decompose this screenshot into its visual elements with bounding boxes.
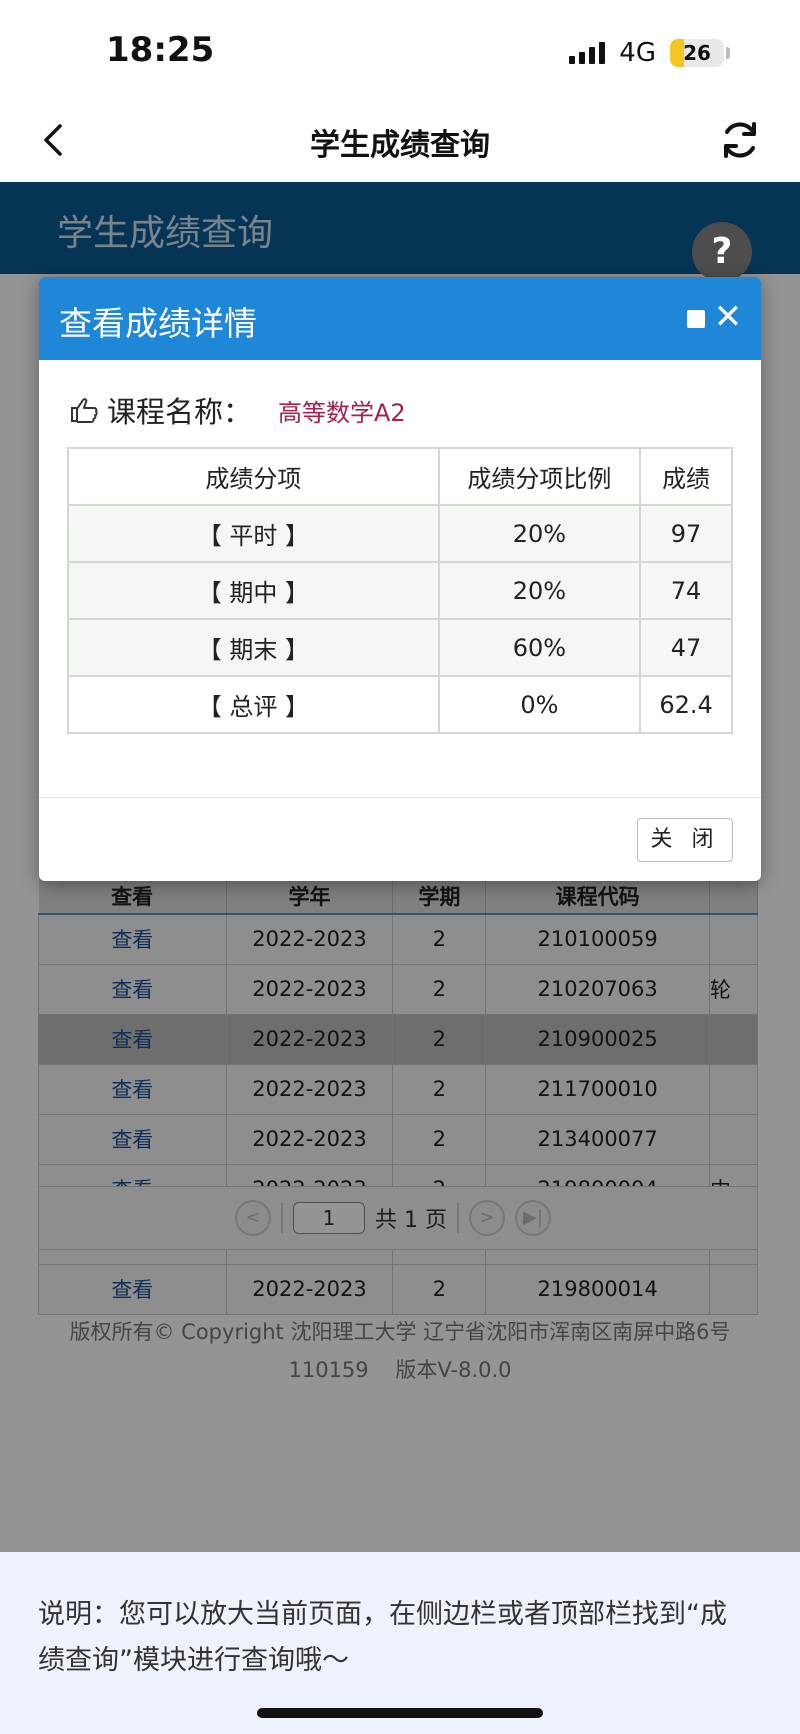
refresh-icon[interactable] xyxy=(718,118,762,162)
status-bar: 18:25 4G 26 xyxy=(0,0,800,100)
score-ratio-cell: 20% xyxy=(437,504,642,563)
column-header: 成绩分项 xyxy=(67,447,440,506)
battery-icon: 26 xyxy=(670,39,724,67)
score-value-cell: 62.4 xyxy=(639,675,733,734)
column-header: 成绩分项比例 xyxy=(437,447,642,506)
table-row: 【 总评 】 0% 62.4 xyxy=(67,675,733,734)
score-ratio-cell: 60% xyxy=(437,618,642,677)
hand-point-icon xyxy=(71,398,98,423)
table-row: 【 期末 】 60% 47 xyxy=(67,618,733,677)
score-value-cell: 47 xyxy=(639,618,733,677)
status-time: 18:25 xyxy=(106,30,215,70)
grade-detail-dialog: 查看成绩详情 ✕ 课程名称： 高等数学A2 成绩分项 成绩分项比例 成绩 【 平… xyxy=(39,277,761,881)
dialog-divider xyxy=(39,797,761,798)
score-item-cell: 【 期中 】 xyxy=(67,561,440,620)
battery-cap xyxy=(726,47,730,59)
signal-icon xyxy=(569,42,606,64)
course-name-row: 课程名称： 高等数学A2 xyxy=(69,389,406,431)
close-button[interactable]: 关 闭 xyxy=(637,818,733,862)
close-icon[interactable]: ✕ xyxy=(713,299,743,335)
score-item-cell: 【 平时 】 xyxy=(67,504,440,563)
dialog-header: 查看成绩详情 ✕ xyxy=(39,277,761,360)
home-indicator[interactable] xyxy=(257,1708,543,1718)
score-item-cell: 【 总评 】 xyxy=(67,675,440,734)
course-name-value: 高等数学A2 xyxy=(278,398,406,427)
notice-panel: 说明：您可以放大当前页面，在侧边栏或者顶部栏找到“成绩查询”模块进行查询哦～ xyxy=(0,1552,800,1734)
score-value-cell: 74 xyxy=(639,561,733,620)
help-button[interactable]: ? xyxy=(692,222,752,282)
score-ratio-cell: 0% xyxy=(437,675,642,734)
nav-header: 学生成绩查询 xyxy=(0,100,800,182)
score-item-cell: 【 期末 】 xyxy=(67,618,440,677)
course-name-label: 课程名称： xyxy=(107,395,253,429)
maximize-icon[interactable] xyxy=(687,310,705,328)
table-row: 【 平时 】 20% 97 xyxy=(67,504,733,563)
score-ratio-cell: 20% xyxy=(437,561,642,620)
score-breakdown-table: 成绩分项 成绩分项比例 成绩 【 平时 】 20% 97 【 期中 】 20% 74 【 期… xyxy=(67,447,733,734)
dialog-title: 查看成绩详情 xyxy=(59,304,257,343)
notice-text: 说明：您可以放大当前页面，在侧边栏或者顶部栏找到“成绩查询”模块进行查询哦～ xyxy=(38,1599,727,1676)
status-indicators: 4G 26 xyxy=(569,38,730,68)
column-header: 成绩 xyxy=(639,447,733,506)
table-row: 【 期中 】 20% 74 xyxy=(67,561,733,620)
nav-title: 学生成绩查询 xyxy=(310,128,490,163)
score-value-cell: 97 xyxy=(639,504,733,563)
score-breakdown-header: 成绩分项 成绩分项比例 成绩 xyxy=(67,447,733,506)
battery-level: 26 xyxy=(683,41,711,65)
network-type: 4G xyxy=(619,38,656,68)
